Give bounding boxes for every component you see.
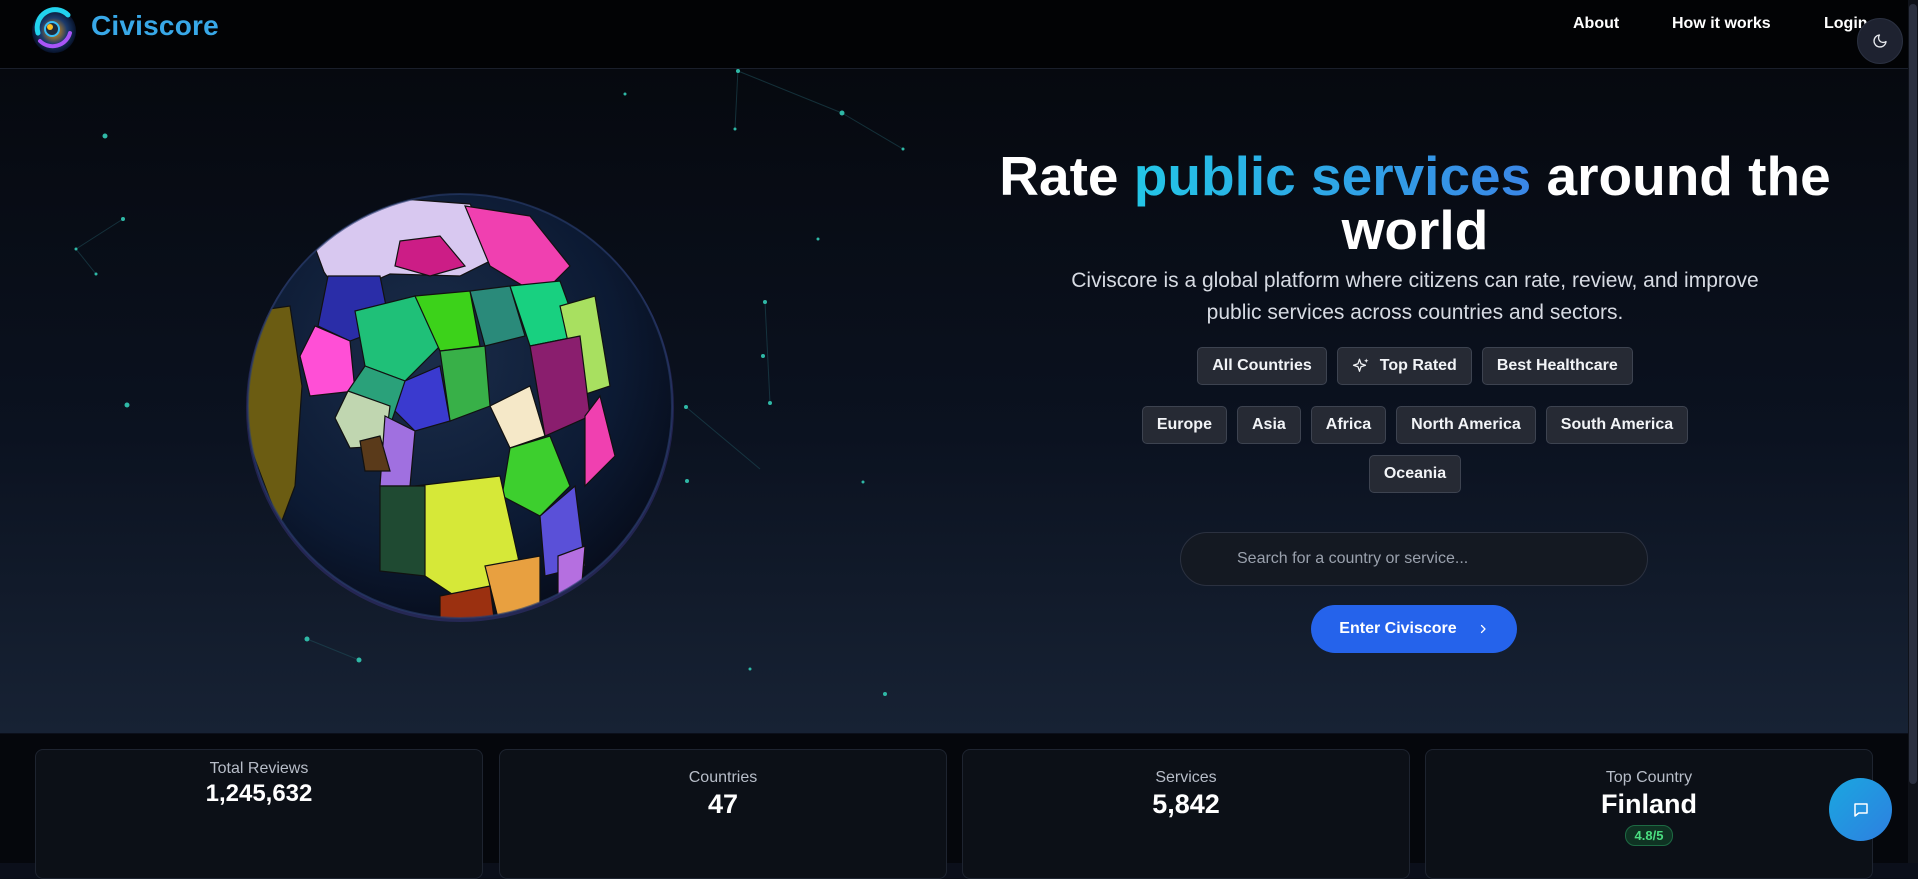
brand-name[interactable]: Civiscore (91, 10, 219, 42)
region-africa-chip[interactable]: Africa (1310, 406, 1387, 444)
hero-subtitle: Civiscore is a global platform where cit… (1071, 269, 1759, 324)
civiscore-logo-icon[interactable] (28, 3, 80, 55)
filter-label: All Countries (1212, 357, 1312, 374)
filter-top-rated-chip[interactable]: Top Rated (1336, 347, 1472, 385)
region-filter-row: Europe Asia Africa North America South A… (960, 406, 1870, 444)
nav-how-it-works-link[interactable]: How it works (1672, 15, 1771, 33)
chat-button[interactable] (1829, 778, 1892, 841)
stat-label: Countries (688, 769, 758, 786)
region-south-america-chip[interactable]: South America (1545, 406, 1689, 444)
hero-title-part1: Rate (999, 145, 1134, 207)
filter-label: Best Healthcare (1496, 357, 1618, 374)
stat-value: Finland (1601, 789, 1697, 819)
nav-about-link[interactable]: About (1573, 15, 1619, 33)
page-scrollbar[interactable] (1908, 0, 1918, 863)
stat-card-total-reviews: Total Reviews 1,245,632 (35, 749, 483, 879)
filter-best-healthcare-chip[interactable]: Best Healthcare (1481, 347, 1633, 385)
globe-illustration (246, 193, 674, 622)
search-bar[interactable] (1180, 532, 1648, 586)
moon-icon (1873, 34, 1887, 48)
top-navbar: Civiscore About How it works Login (0, 0, 1918, 69)
region-asia-chip[interactable]: Asia (1236, 406, 1301, 444)
hero-section: Rate public services around the world Ci… (0, 69, 1908, 733)
stat-label: Services (1155, 769, 1217, 786)
stat-label: Top Country (1605, 769, 1693, 786)
cta-label: Enter Civiscore (1339, 620, 1457, 637)
hero-title-accent: public services (1133, 145, 1532, 207)
message-icon (1853, 802, 1868, 817)
sparkles-icon (1352, 358, 1369, 372)
search-input[interactable] (1235, 549, 1619, 569)
hero-title: Rate public services around the world (960, 149, 1870, 258)
stat-value: 47 (707, 789, 739, 819)
enter-civiscore-button[interactable]: Enter Civiscore (1311, 605, 1517, 653)
filter-all-countries-chip[interactable]: All Countries (1197, 347, 1327, 385)
stat-label: Total Reviews (209, 760, 309, 777)
region-oceania-chip[interactable]: Oceania (1368, 455, 1462, 493)
stat-card-services: Services 5,842 (962, 749, 1410, 879)
stat-value: 1,245,632 (205, 780, 313, 807)
chevron-right-icon (1480, 624, 1486, 634)
primary-filter-row: All Countries Top Rated Best Healthcare (960, 347, 1870, 385)
stat-value: 5,842 (1152, 789, 1220, 819)
region-filter-row-2: Oceania (960, 455, 1870, 493)
region-north-america-chip[interactable]: North America (1396, 406, 1536, 444)
stat-card-countries: Countries 47 (499, 749, 947, 879)
filter-label: Top Rated (1379, 357, 1457, 374)
theme-toggle-button[interactable] (1857, 18, 1903, 64)
rating-badge: 4.8/5 (1624, 825, 1674, 846)
region-europe-chip[interactable]: Europe (1141, 406, 1227, 444)
stats-section: Total Reviews 1,245,632 Countries 47 Ser… (0, 734, 1908, 879)
scrollbar-thumb[interactable] (1909, 4, 1917, 784)
stat-card-top-country: Top Country Finland 4.8/5 (1425, 749, 1873, 879)
